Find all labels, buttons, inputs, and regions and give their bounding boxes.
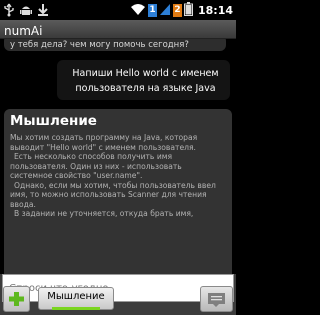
- system-icons: 1 2 18:14: [130, 1, 233, 20]
- thinking-text: Мы хотим создать программу на Java, кото…: [10, 133, 224, 219]
- app-title: numAi: [4, 24, 43, 38]
- send-button[interactable]: [200, 286, 233, 312]
- clock: 18:14: [197, 3, 233, 17]
- thinking-paragraph: Мы хотим создать программу на Java, кото…: [10, 133, 198, 152]
- thinking-toggle-label: Мышление: [47, 291, 105, 302]
- thinking-title: Мышление: [10, 113, 97, 129]
- signal-icon: [159, 1, 171, 20]
- download-icon: [37, 2, 49, 21]
- app-title-bar: numAi: [0, 20, 236, 39]
- thinking-active-indicator: [52, 307, 100, 310]
- thinking-paragraph: В задании не уточняется, откуда брать им…: [14, 209, 194, 218]
- thinking-paragraph: Однако, если мы хотим, чтобы пользовател…: [10, 180, 216, 209]
- bot-message: у тебя дела? чем могу помочь сегодня?: [4, 39, 226, 51]
- thinking-panel: Мышление Мы хотим создать программу на J…: [4, 109, 232, 274]
- sim-2-badge: 2: [172, 4, 182, 17]
- send-message-icon: [208, 293, 225, 307]
- user-message: Напиши Hello world с именем пользователя…: [57, 60, 230, 100]
- chat-area[interactable]: у тебя дела? чем могу помочь сегодня? На…: [0, 39, 236, 274]
- wifi-icon: [130, 1, 146, 20]
- battery-icon: [183, 1, 193, 20]
- thinking-toggle-button[interactable]: Мышление: [38, 287, 114, 310]
- add-button[interactable]: [3, 286, 30, 312]
- notification-icons: [3, 2, 49, 21]
- usb-icon: [3, 2, 15, 21]
- thinking-paragraph: Есть несколько способов получить имя пол…: [10, 152, 182, 180]
- sim-1-badge: 1: [147, 4, 157, 17]
- android-debug-icon: [19, 2, 33, 21]
- status-bar: 1 2 18:14: [0, 0, 236, 20]
- plus-icon: [9, 292, 24, 306]
